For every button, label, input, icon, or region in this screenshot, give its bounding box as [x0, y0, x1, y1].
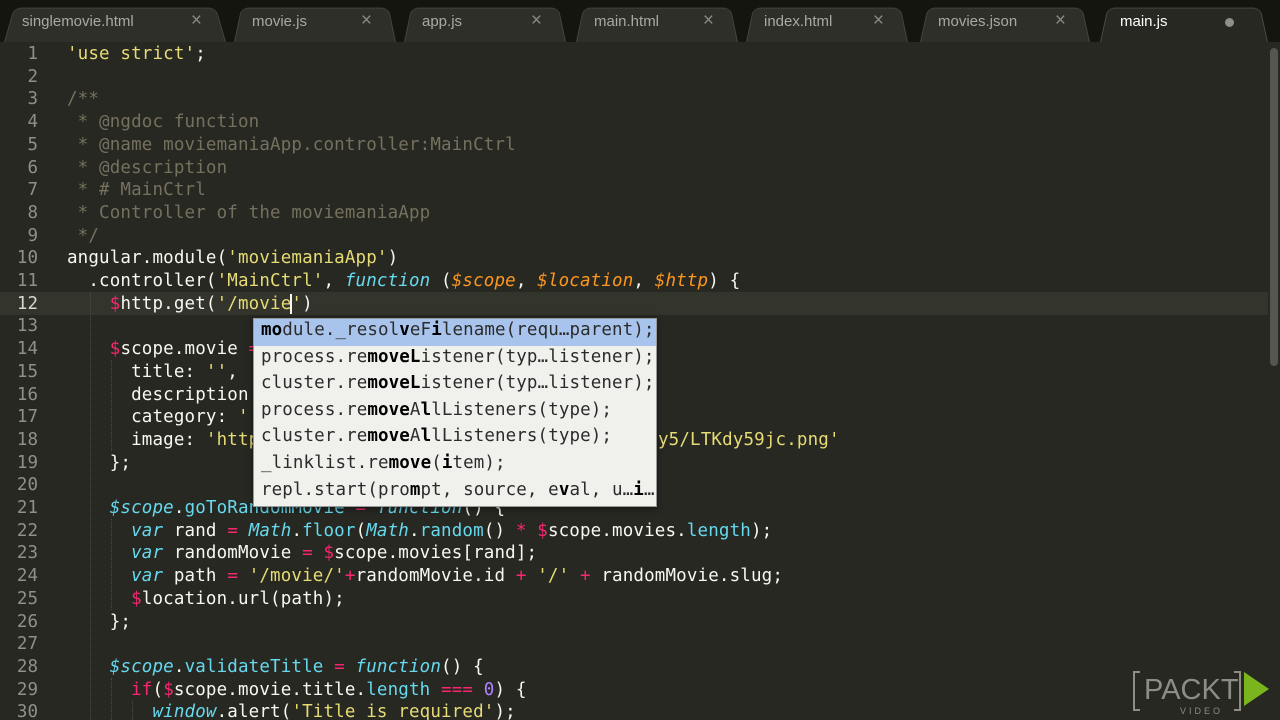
line-number: 16 — [16, 384, 38, 405]
close-icon[interactable]: × — [703, 10, 714, 32]
code-line[interactable]: var path = '/movie/'+randomMovie.id + '/… — [67, 565, 783, 588]
line-number: 25 — [16, 588, 38, 609]
line-number: 8 — [27, 202, 38, 223]
autocomplete-item[interactable]: cluster.removeAllListeners(type); — [254, 425, 656, 452]
line-number: 17 — [16, 407, 38, 428]
code-line[interactable]: image: 'http — [67, 429, 259, 452]
code-line[interactable]: $http.get('/movie') — [67, 293, 313, 316]
close-icon[interactable]: × — [531, 10, 542, 32]
logo-brand-text: PACKT — [1144, 674, 1239, 706]
code-line[interactable]: * # MainCtrl — [67, 179, 206, 202]
autocomplete-item[interactable]: process.removeAllListeners(type); — [254, 399, 656, 426]
close-icon[interactable]: × — [873, 10, 884, 32]
code-line[interactable]: $scope.movie = — [67, 338, 270, 361]
line-number: 19 — [16, 452, 38, 473]
line-number: 6 — [27, 157, 38, 178]
line-number: 3 — [27, 89, 38, 110]
line-number: 22 — [16, 520, 38, 541]
tab-movies-json[interactable]: movies.json × — [920, 4, 1090, 43]
line-number: 2 — [27, 66, 38, 87]
code-line[interactable]: 'use strict'; — [67, 43, 206, 66]
autocomplete-item[interactable]: cluster.removeListener(typ…listener); — [254, 372, 656, 399]
line-number: 11 — [16, 271, 38, 291]
packt-video-logo: PACKT VIDEO — [1132, 668, 1272, 716]
line-number-gutter: 1 2 3 4 5 6 7 8 9 10 11 12 13 14 15 16 17 18 19 20 21 22 23 24 2… — [0, 42, 60, 720]
code-line[interactable]: * Controller of the moviemaniaApp — [67, 202, 431, 225]
unsaved-dot-icon[interactable] — [1225, 18, 1234, 27]
line-number: 15 — [16, 361, 38, 382]
line-number: 14 — [16, 339, 38, 360]
line-number: 1 — [27, 44, 38, 64]
close-icon[interactable]: × — [361, 10, 372, 32]
tab-label: main.html — [594, 13, 660, 30]
play-icon — [1244, 672, 1269, 706]
line-number: 27 — [16, 634, 38, 655]
tab-main-html[interactable]: main.html × — [576, 4, 738, 43]
code-line[interactable]: }; — [67, 611, 131, 634]
tab-label: movie.js — [252, 13, 308, 30]
line-number: 24 — [16, 566, 38, 587]
code-line[interactable]: * @name moviemaniaApp.controller:MainCtr… — [67, 134, 516, 157]
code-line[interactable]: $scope.validateTitle = function() { — [67, 656, 484, 679]
tab-label: movies.json — [938, 13, 1018, 30]
code-line[interactable]: * @description — [67, 157, 227, 180]
code-line[interactable]: * @ngdoc function — [67, 111, 260, 134]
indent-guide — [111, 519, 112, 610]
tab-bar: singlemovie.html × movie.js × app.js × m… — [0, 0, 1280, 43]
line-number: 9 — [27, 225, 38, 246]
line-number: 23 — [16, 543, 38, 564]
autocomplete-item[interactable]: _linklist.remove(item); — [254, 452, 656, 479]
autocomplete-item[interactable]: repl.start(prompt, source, eval, u…i… — [254, 479, 656, 506]
code-line[interactable]: .controller('MainCtrl', function ($scope… — [67, 270, 740, 293]
indent-guide — [90, 292, 91, 720]
code-line-fragment: y5/LTKdy59jc.png' — [658, 429, 840, 450]
autocomplete-item[interactable]: module._resolveFilename(requ…parent); — [254, 319, 656, 346]
code-line[interactable]: window.alert('Title is required'); — [67, 701, 516, 720]
tab-singlemovie-html[interactable]: singlemovie.html × — [4, 4, 226, 43]
logo-sub-text: VIDEO — [1180, 706, 1223, 716]
line-number: 7 — [27, 180, 38, 201]
line-number: 26 — [16, 611, 38, 632]
indent-guide — [111, 360, 112, 451]
code-line[interactable]: if($scope.movie.title.length === 0) { — [67, 679, 527, 702]
line-number: 20 — [16, 475, 38, 496]
line-number: 4 — [27, 112, 38, 133]
close-icon[interactable]: × — [191, 10, 202, 32]
sublime-text-window: singlemovie.html × movie.js × app.js × m… — [0, 0, 1280, 720]
autocomplete-item[interactable]: process.removeListener(typ…listener); — [254, 346, 656, 373]
indent-guide — [111, 678, 112, 720]
code-line[interactable]: title: '', — [67, 361, 238, 384]
code-line[interactable]: */ — [67, 225, 99, 248]
code-line[interactable]: var rand = Math.floor(Math.random() * $s… — [67, 520, 772, 543]
tab-main-js[interactable]: main.js — [1100, 4, 1268, 43]
line-number: 5 — [27, 134, 38, 155]
tab-label: singlemovie.html — [22, 13, 134, 30]
line-number: 21 — [16, 498, 38, 518]
line-number: 13 — [16, 316, 38, 337]
code-line[interactable]: description — [67, 384, 249, 407]
indent-guide — [132, 701, 133, 720]
tab-index-html[interactable]: index.html × — [746, 4, 908, 43]
text-cursor — [290, 294, 292, 314]
code-line[interactable]: /** — [67, 88, 99, 111]
tab-label: app.js — [422, 13, 463, 30]
tab-movie-js[interactable]: movie.js × — [234, 4, 396, 43]
line-number: 18 — [16, 429, 38, 450]
line-number: 10 — [16, 248, 38, 269]
autocomplete-popup: module._resolveFilename(requ…parent); pro… — [253, 318, 657, 507]
scrollbar-thumb[interactable] — [1270, 48, 1278, 366]
code-line[interactable]: $location.url(path); — [67, 588, 345, 611]
line-number: 30 — [16, 702, 38, 720]
code-line[interactable]: angular.module('moviemaniaApp') — [67, 247, 398, 270]
close-icon[interactable]: × — [1055, 10, 1066, 32]
code-line[interactable]: }; — [67, 452, 131, 475]
line-number: 12 — [16, 293, 38, 314]
tab-label: index.html — [764, 13, 833, 30]
code-line[interactable]: var randomMovie = $scope.movies[rand]; — [67, 542, 537, 565]
code-line[interactable]: category: ' — [67, 406, 249, 429]
tab-app-js[interactable]: app.js × — [404, 4, 566, 43]
tab-label: main.js — [1120, 13, 1168, 30]
line-number: 29 — [16, 679, 38, 700]
line-number: 28 — [16, 656, 38, 677]
